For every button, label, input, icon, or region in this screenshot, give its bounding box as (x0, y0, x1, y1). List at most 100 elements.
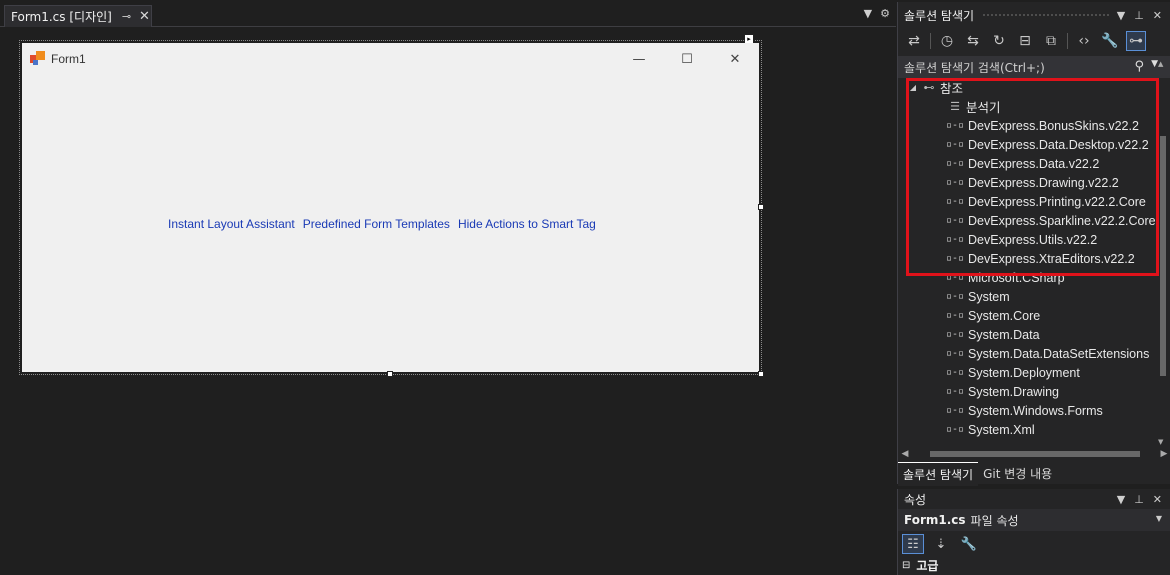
close-icon[interactable]: ✕ (139, 9, 150, 24)
form-app-icon (30, 51, 46, 67)
tree-item-label: 참조 (940, 82, 964, 96)
tree-item[interactable]: ▫-▫ Microsoft.CSharp (898, 268, 1156, 287)
close-icon[interactable]: ✕ (1153, 493, 1162, 506)
close-icon[interactable]: ✕ (1153, 9, 1162, 22)
preview-selected-icon[interactable]: ⊶ (1126, 31, 1146, 51)
tree-item[interactable]: ▫-▫ DevExpress.BonusSkins.v22.2 (898, 116, 1156, 135)
tab-dropdown-icon[interactable]: ▼ (864, 7, 872, 20)
pin-icon[interactable]: ⊥ (1134, 9, 1144, 22)
analyzer-icon: ☰ (950, 101, 960, 113)
refresh-icon[interactable]: ↻ (989, 31, 1009, 51)
reference-icon: ▫-▫ (946, 291, 965, 302)
tree-item[interactable]: ▫-▫ DevExpress.Utils.v22.2 (898, 230, 1156, 249)
resize-handle-bottom[interactable] (387, 371, 393, 377)
reference-icon: ▫-▫ (946, 367, 965, 378)
window-controls: — ☐ ✕ (615, 43, 759, 75)
references-icon: ⊷ (923, 82, 935, 94)
tree-item-label: System.Deployment (968, 365, 1080, 380)
tree-item-label: DevExpress.XtraEditors.v22.2 (968, 251, 1135, 266)
tab-solution-explorer[interactable]: 솔루션 탐색기 (898, 462, 979, 486)
chevron-down-icon: ▼ (1155, 514, 1162, 523)
tree-item-label: System.Data.DataSetExtensions (968, 346, 1150, 361)
maximize-icon[interactable]: ☐ (663, 43, 711, 75)
instant-layout-assistant-link[interactable]: Instant Layout Assistant (168, 217, 295, 231)
form-titlebar: Form1 — ☐ ✕ (22, 43, 759, 75)
reference-icon: ▫-▫ (946, 310, 965, 321)
resize-handle-corner[interactable] (758, 371, 764, 377)
tree-item-label: DevExpress.Utils.v22.2 (968, 232, 1098, 247)
tree-item-label: System.Drawing (968, 384, 1059, 399)
tab-git-changes[interactable]: Git 변경 내용 (978, 462, 1057, 485)
reference-icon: ▫-▫ (946, 120, 965, 131)
sync-icon[interactable]: ⇆ (963, 31, 983, 51)
tree-item-label: System.Data (968, 327, 1040, 342)
tree-item[interactable]: ▫-▫ System (898, 287, 1156, 306)
search-icon[interactable]: ⚲ (1134, 59, 1144, 74)
tree-item-label: System.Windows.Forms (968, 403, 1103, 418)
window-close-icon[interactable]: ✕ (711, 43, 759, 75)
tree-node-references[interactable]: ◢ ⊷ 참조 (898, 78, 1156, 97)
tree-item[interactable]: ▫-▫ System.Core (898, 306, 1156, 325)
tree-item-label: DevExpress.Data.v22.2 (968, 156, 1100, 171)
tree-item[interactable]: ▫-▫ DevExpress.Data.v22.2 (898, 154, 1156, 173)
tree-item-label: DevExpress.Drawing.v22.2 (968, 175, 1119, 190)
tree-item-label: System.Core (968, 308, 1041, 323)
explorer-bottom-tabs: 솔루션 탐색기 Git 변경 내용 (898, 462, 1170, 486)
reference-icon: ▫-▫ (946, 158, 965, 169)
expand-toggle-icon[interactable]: ◢ (906, 83, 920, 92)
reference-icon: ▫-▫ (946, 215, 965, 226)
tree-item[interactable]: ▫-▫ DevExpress.Data.Desktop.v22.2 (898, 135, 1156, 154)
tree-item[interactable]: ▫-▫ DevExpress.XtraEditors.v22.2 (898, 249, 1156, 268)
solution-search-input[interactable]: 솔루션 탐색기 검색(Ctrl+;) ⚲ ▼ (898, 56, 1170, 78)
reference-icon: ▫-▫ (946, 234, 965, 245)
solution-explorer-toolbar: ⇄ ◷ ⇆ ↻ ⊟ ⧉ ‹› 🔧 ⊶ (898, 28, 1170, 54)
tree-item[interactable]: ▫-▫ DevExpress.Drawing.v22.2 (898, 173, 1156, 192)
pin-icon[interactable]: ⊥ (1134, 493, 1144, 506)
properties-object-selector[interactable]: Form1.cs 파일 속성 ▼ (898, 509, 1170, 531)
minimize-icon[interactable]: — (615, 43, 663, 75)
property-pages-wrench-icon[interactable]: 🔧 (958, 534, 980, 554)
horizontal-scrollbar[interactable]: ◀ ▶ (898, 446, 1170, 462)
vertical-scrollbar[interactable]: ▲ ▼ (1158, 60, 1168, 446)
tree-item[interactable]: ☰ 분석기 (898, 97, 1156, 116)
tab-form1-designer[interactable]: Form1.cs [디자인] ⊸ ✕ (4, 5, 152, 27)
panel-title: 솔루션 탐색기 (904, 8, 975, 23)
reference-icon: ▫-▫ (946, 196, 965, 207)
tree-item[interactable]: ▫-▫ System.Drawing (898, 382, 1156, 401)
show-all-files-icon[interactable]: ⧉ (1041, 31, 1061, 51)
search-options-icon[interactable]: ▼ (1151, 59, 1158, 69)
grip-handle[interactable] (982, 12, 1109, 18)
tree-item[interactable]: ▫-▫ DevExpress.Printing.v22.2.Core (898, 192, 1156, 211)
properties-wrench-icon[interactable]: 🔧 (1100, 31, 1120, 51)
switch-views-icon[interactable]: ⇄ (904, 31, 924, 51)
collapse-icon[interactable]: ⊟ (902, 560, 910, 571)
tree-item-label: 분석기 (966, 101, 1001, 115)
designer-surface[interactable]: ▸ Form1 — ☐ ✕ Instant Layout Assistant P… (0, 28, 896, 575)
reference-icon: ▫-▫ (946, 253, 965, 264)
tree-item[interactable]: ▫-▫ DevExpress.Sparkline.v22.2.Core (898, 211, 1156, 230)
tree-item[interactable]: ▫-▫ System.Xml (898, 420, 1156, 439)
document-tabstrip: Form1.cs [디자인] ⊸ ✕ ▼ ⚙ (0, 0, 896, 27)
history-icon[interactable]: ◷ (937, 31, 957, 51)
hide-actions-link[interactable]: Hide Actions to Smart Tag (458, 217, 596, 231)
reference-icon: ▫-▫ (946, 405, 965, 416)
predefined-form-templates-link[interactable]: Predefined Form Templates (303, 217, 450, 231)
collapse-all-icon[interactable]: ⊟ (1015, 31, 1035, 51)
property-category[interactable]: ⊟ 고급 (898, 557, 1170, 573)
tree-item-label: DevExpress.BonusSkins.v22.2 (968, 118, 1139, 133)
resize-handle-right[interactable] (758, 204, 764, 210)
view-code-icon[interactable]: ‹› (1074, 31, 1094, 51)
tree-item[interactable]: ▫-▫ System.Data.DataSetExtensions (898, 344, 1156, 363)
categorized-icon[interactable]: ☷ (902, 534, 924, 554)
panel-menu-icon[interactable]: ▼ (1117, 9, 1125, 22)
panel-menu-icon[interactable]: ▼ (1117, 493, 1125, 506)
pin-icon[interactable]: ⊸ (122, 10, 131, 23)
solution-tree: ◢ ⊷ 참조 ☰ 분석기 ▫-▫ DevExpress.BonusSkins.v22.2 ▫-… (898, 78, 1156, 447)
tree-item[interactable]: ▫-▫ System.Data (898, 325, 1156, 344)
tree-item[interactable]: ▫-▫ System.Deployment (898, 363, 1156, 382)
alphabetical-icon[interactable]: ⇣ (930, 534, 952, 554)
settings-gear-icon[interactable]: ⚙ (880, 7, 890, 20)
reference-icon: ▫-▫ (946, 272, 965, 283)
form1-window[interactable]: Form1 — ☐ ✕ Instant Layout Assistant Pre… (22, 43, 759, 372)
tree-item[interactable]: ▫-▫ System.Windows.Forms (898, 401, 1156, 420)
